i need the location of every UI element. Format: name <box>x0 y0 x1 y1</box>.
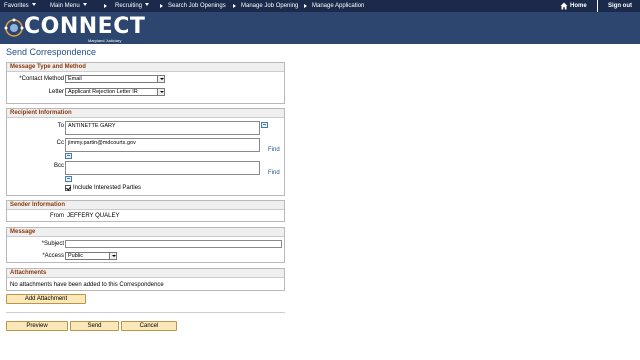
breadcrumb-arrow-icon <box>104 4 107 8</box>
cc-field[interactable]: jimmy.partin@mdcourts.gov <box>65 138 260 152</box>
nav-home[interactable]: Home <box>570 2 587 10</box>
bcc-field[interactable] <box>65 161 260 175</box>
address-book-icon[interactable] <box>261 122 268 128</box>
sender-section: Sender Information From JEFFERY QUALEY <box>6 200 285 222</box>
attachments-empty-text: No attachments have been added to this C… <box>10 282 164 288</box>
address-book-icon[interactable] <box>65 153 72 159</box>
nav-manage-job-opening[interactable]: Manage Job Opening <box>241 2 298 10</box>
dropdown-arrow-icon[interactable] <box>109 253 116 259</box>
letter-value: Applicant Rejection Letter IR <box>68 89 138 95</box>
section-heading: Message <box>7 228 284 237</box>
access-label: *Access <box>42 253 64 259</box>
include-interested-label: Include Interested Parties <box>73 185 142 191</box>
recipient-section: Recipient Information To ANTINETTE GARY … <box>6 108 285 196</box>
nav-manage-application[interactable]: Manage Application <box>312 2 364 10</box>
page-title: Send Correspondence <box>6 47 97 57</box>
subject-label: *Subject <box>41 241 64 247</box>
breadcrumb-arrow-icon <box>160 4 163 8</box>
nav-sign-out[interactable]: Sign out <box>608 2 632 10</box>
chevron-down-icon <box>145 3 150 6</box>
nav-main-menu[interactable]: Main Menu <box>50 2 87 10</box>
address-book-icon[interactable] <box>65 176 72 182</box>
cancel-button[interactable]: Cancel <box>121 321 177 331</box>
header-banner: CONNECT Maryland Judiciary <box>0 12 640 44</box>
nav-main-menu-label: Main Menu <box>50 3 80 9</box>
divider <box>6 312 285 313</box>
dropdown-arrow-icon[interactable] <box>157 89 164 95</box>
home-icon[interactable] <box>560 2 568 10</box>
nav-favorites-label: Favorites <box>4 3 29 9</box>
nav-recruiting-label: Recruiting <box>115 3 143 9</box>
bcc-find-link[interactable]: Find <box>268 170 280 176</box>
section-heading: Recipient Information <box>7 109 284 118</box>
to-field[interactable]: ANTINETTE GARY <box>65 121 260 135</box>
message-type-section: Message Type and Method *Contact Method … <box>6 62 285 104</box>
contact-method-select[interactable]: Email <box>65 75 165 83</box>
contact-method-value: Email <box>68 76 82 82</box>
top-nav-bar: Favorites Main Menu Recruiting Search Jo… <box>0 0 640 12</box>
section-heading: Message Type and Method <box>7 63 284 72</box>
nav-recruiting[interactable]: Recruiting <box>115 2 150 10</box>
breadcrumb-arrow-icon <box>304 4 307 8</box>
access-value: Public <box>68 253 83 259</box>
message-section: Message *Subject *Access Public <box>6 227 285 263</box>
to-label: To <box>57 123 64 129</box>
access-select[interactable]: Public <box>65 252 117 260</box>
include-interested-checkbox[interactable] <box>65 185 71 191</box>
preview-button[interactable]: Preview <box>6 321 68 331</box>
breadcrumb-arrow-icon <box>233 4 236 8</box>
nav-favorites[interactable]: Favorites <box>4 2 36 10</box>
chevron-down-icon <box>31 3 36 6</box>
chevron-down-icon <box>82 3 87 6</box>
section-heading: Attachments <box>7 269 284 278</box>
logo-icon <box>4 18 24 37</box>
bcc-label: Bcc <box>53 163 64 169</box>
section-heading: Sender Information <box>7 201 284 210</box>
nav-search-job-openings[interactable]: Search Job Openings <box>168 2 226 10</box>
send-button[interactable]: Send <box>70 321 119 331</box>
nav-divider <box>597 0 598 12</box>
from-label: From <box>50 213 64 219</box>
contact-method-label: *Contact Method <box>19 76 64 82</box>
add-attachment-button[interactable]: Add Attachment <box>6 294 86 304</box>
dropdown-arrow-icon[interactable] <box>157 76 164 82</box>
cc-label: Cc <box>56 140 64 146</box>
attachments-section: Attachments No attachments have been add… <box>6 268 285 291</box>
cc-find-link[interactable]: Find <box>268 147 280 153</box>
from-value: JEFFERY QUALEY <box>67 213 120 219</box>
subject-input[interactable] <box>65 240 282 248</box>
app-logo-subtitle: Maryland Judiciary <box>88 38 122 43</box>
app-logo-text: CONNECT <box>24 14 146 39</box>
letter-label: Letter <box>48 89 64 95</box>
letter-select[interactable]: Applicant Rejection Letter IR <box>65 88 165 96</box>
